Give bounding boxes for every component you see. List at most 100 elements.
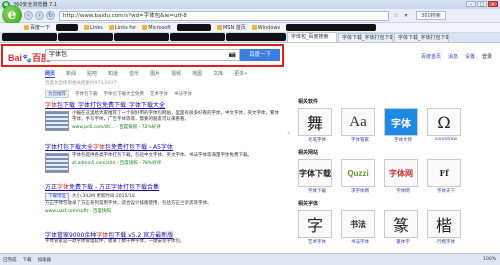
status-download[interactable]: 下载 bbox=[23, 257, 32, 263]
result-title-link[interactable]: 字体打包下载大全字体包免费打包下载 - A5字体 bbox=[45, 142, 280, 151]
related-tile[interactable]: 篆篆体字 bbox=[384, 210, 422, 245]
bookmark-label: Windows bbox=[257, 24, 281, 31]
tile-caption: 字体天下 bbox=[437, 189, 455, 194]
section-title: 相关软件 bbox=[298, 99, 319, 105]
paw-icon: 🐾 bbox=[22, 54, 32, 63]
tab[interactable]: 字体下载_字体打包下载 bbox=[338, 33, 393, 42]
tab-wenku[interactable]: 文库 bbox=[213, 70, 223, 78]
top-links: 百度首页 消息 设置 登录 bbox=[421, 53, 492, 60]
related-tile[interactable]: Aa 字体管家 bbox=[341, 108, 379, 143]
home-link[interactable]: 百度首页 bbox=[421, 53, 441, 60]
tile-caption: 字体网 bbox=[396, 189, 410, 194]
tab-music[interactable]: 音乐 bbox=[129, 70, 139, 78]
redacted-tab bbox=[114, 33, 169, 41]
bookmark-item[interactable]: 百度一下 bbox=[24, 24, 50, 31]
tab-maps[interactable]: 地图 bbox=[192, 70, 202, 78]
tile-caption: 字体管家 bbox=[351, 138, 369, 143]
bookmark-icon bbox=[216, 25, 222, 30]
result-snippet: 小编在这里给大家推荐了一个很好用的字体包网站，里面有很多好看的字体，中文字体，英… bbox=[72, 111, 279, 122]
related-tile[interactable]: 楷行楷字体 bbox=[427, 210, 465, 245]
tab-more[interactable]: 更多» bbox=[234, 70, 247, 78]
tab-news[interactable]: 新闻 bbox=[66, 70, 76, 78]
recommend-item[interactable]: 字体包下载 bbox=[75, 91, 98, 97]
result-snippet: 方正字体包收录了方正系列常用字体，适合设计排版使用，包括方正兰亭黑等字体。 bbox=[45, 201, 212, 206]
recommend-row: 为您推荐 字体包下载 字体包下载大全免费 艺术字体 书法字体 bbox=[45, 90, 192, 98]
result-snippet: 字体管家是一款字体管理软件，收录了数千种字体，一键安装字体包。 bbox=[45, 239, 185, 244]
zoom-level[interactable]: 100% bbox=[483, 257, 496, 262]
title-text: 字体打包下载大全 bbox=[45, 144, 94, 151]
result-title-link[interactable]: 方正字体免费下载 - 方正字体打包下载合集 bbox=[45, 182, 280, 191]
related-tile[interactable]: Ff 字体天下 bbox=[427, 159, 465, 194]
title-text: 免费下载 - 方正字体打包下载合集 bbox=[69, 184, 160, 191]
tile-image: Aa bbox=[341, 108, 375, 136]
tab-video[interactable]: 视频 bbox=[171, 70, 181, 78]
tile-caption: 篆体字 bbox=[396, 240, 410, 245]
section-title: 相关网站 bbox=[298, 150, 319, 156]
bookmark-icon bbox=[142, 25, 148, 30]
login-link[interactable]: 登录 bbox=[482, 53, 492, 60]
refresh-icon[interactable]: ↻ bbox=[46, 11, 55, 20]
tile-caption: 毛笔字体 bbox=[308, 138, 326, 143]
download-button[interactable]: 下载地址 bbox=[45, 193, 69, 201]
status-accelerator[interactable]: 加速器 bbox=[38, 257, 52, 263]
back-icon[interactable]: ‹ bbox=[24, 11, 33, 20]
result-url[interactable]: zt.admin5.com/ziti/ - 百度快照 - 78%好评 bbox=[72, 160, 252, 166]
bookmarks-bar: 百度一下 Links Links for Microsoft MSN 首页 Wi… bbox=[0, 23, 500, 33]
result-url[interactable]: www.pc6.com/zt/... - 百度快照 - 72%好评 bbox=[72, 124, 280, 130]
result-thumbnail[interactable] bbox=[45, 153, 69, 173]
related-section: 相关网站 字体下载 字体下载 Quzzi 求字体网 字体网 字体网 Ff 字体天下 bbox=[298, 149, 498, 194]
tab-images[interactable]: 图片 bbox=[150, 70, 160, 78]
related-tile[interactable]: 字体 字体大师 bbox=[384, 108, 422, 143]
related-panel: 相关软件 舞毛笔字体 Aa 字体管家 字体 字体大师 Ωcoreldraw 相关网站… bbox=[298, 98, 498, 251]
tile-caption: 艺术字体 bbox=[308, 240, 326, 245]
tab[interactable]: 字体下载_字体打包下载 bbox=[394, 33, 449, 42]
recommend-item[interactable]: 艺术字体 bbox=[150, 91, 168, 97]
tab-zhidao[interactable]: 知道 bbox=[108, 70, 118, 78]
url-input[interactable]: http://www.baidu.com/s?wd=字体包&ie=utf-8 bbox=[59, 10, 389, 21]
maximize-button[interactable]: □ bbox=[477, 1, 487, 8]
star-icon[interactable]: ☆ bbox=[392, 12, 400, 20]
related-tile[interactable]: 字体网 字体网 bbox=[384, 159, 422, 194]
result-url[interactable]: www.uzzf.com/soft/ - 百度快照 bbox=[45, 208, 280, 214]
side-search-box[interactable]: 360搜索 bbox=[416, 11, 446, 20]
bookmark-item[interactable]: MSN 首页 bbox=[216, 24, 246, 31]
title-text: 包下载_字体打包免费下载_字体下载大全 bbox=[57, 102, 166, 109]
browser-home-icon[interactable]: e bbox=[2, 5, 22, 25]
bookmark-item[interactable]: Links bbox=[84, 25, 103, 31]
close-button[interactable]: × bbox=[488, 1, 498, 8]
collapse-arrow-icon[interactable]: › bbox=[287, 128, 293, 137]
related-tile[interactable]: 舞毛笔字体 bbox=[298, 108, 336, 143]
tab-active[interactable]: 字体包_百度搜索 bbox=[287, 32, 337, 42]
bookmark-item[interactable]: Microsoft bbox=[142, 25, 171, 31]
tile-image: Quzzi bbox=[341, 159, 375, 187]
result-thumbnail[interactable] bbox=[45, 111, 69, 131]
settings-link[interactable]: 设置 bbox=[465, 53, 475, 60]
dropdown-icon[interactable]: ▾ bbox=[402, 12, 410, 20]
related-tile[interactable]: 字艺术字体 bbox=[298, 210, 336, 245]
tab-tieba[interactable]: 贴吧 bbox=[87, 70, 97, 78]
related-tile[interactable]: 字体下载 字体下载 bbox=[298, 159, 336, 194]
bookmark-item[interactable]: Links for bbox=[108, 25, 136, 31]
related-section: 相关软件 舞毛笔字体 Aa 字体管家 字体 字体大师 Ωcoreldraw bbox=[298, 98, 498, 143]
title-highlight: 字体 bbox=[93, 144, 106, 151]
result-title-link[interactable]: 字体包下载_字体打包免费下载_字体下载大全 bbox=[45, 100, 280, 109]
recommend-item[interactable]: 书法字体 bbox=[174, 91, 192, 97]
related-tile[interactable]: Quzzi 求字体网 bbox=[341, 159, 379, 194]
recommend-item[interactable]: 字体包下载大全免费 bbox=[104, 91, 145, 97]
messages-link[interactable]: 消息 bbox=[448, 53, 458, 60]
tile-image: 字体下载 bbox=[298, 159, 332, 187]
related-tile[interactable]: Ωcoreldraw bbox=[427, 108, 465, 143]
tab-web[interactable]: 网页 bbox=[45, 70, 56, 78]
camera-icon[interactable]: 📷 bbox=[229, 50, 236, 60]
search-input[interactable]: 字体包 📷 bbox=[45, 49, 240, 61]
search-button[interactable]: 百度一下 bbox=[240, 49, 280, 61]
bookmark-label: Microsoft bbox=[148, 24, 171, 31]
minimize-button[interactable]: – bbox=[466, 1, 476, 8]
forward-icon[interactable]: › bbox=[35, 11, 44, 20]
result-title-link[interactable]: 字体管家9000余种字体包下载 v5.2 官方最新版 bbox=[45, 230, 280, 239]
logo-bai: Bai bbox=[8, 53, 23, 63]
tile-image: 字体网 bbox=[384, 159, 418, 187]
baidu-logo[interactable]: Bai🐾百度 bbox=[8, 51, 50, 64]
bookmark-item[interactable]: Windows bbox=[251, 24, 281, 31]
related-tile[interactable]: 书法 书法字体 bbox=[341, 210, 379, 245]
